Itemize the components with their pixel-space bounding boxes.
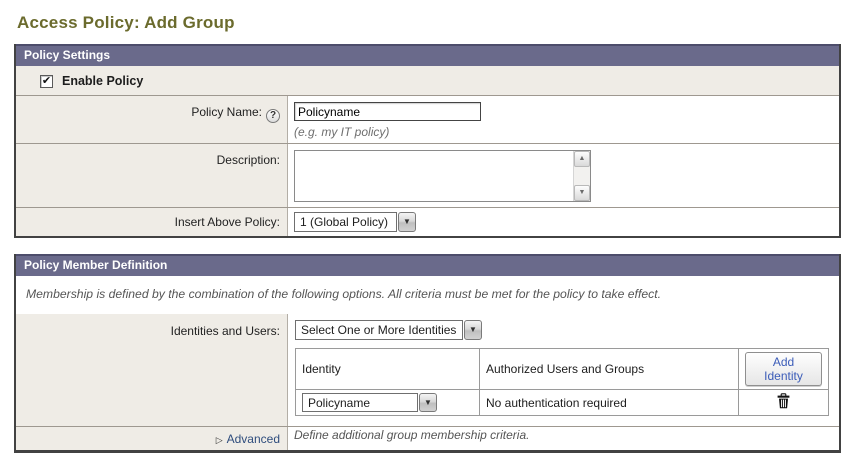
checkbox-checked-icon: ✔: [42, 75, 51, 87]
policy-name-hint: (e.g. my IT policy): [294, 125, 833, 139]
identity-row-select[interactable]: Policyname ▼: [302, 393, 437, 412]
page-title: Access Policy: Add Group: [17, 13, 854, 33]
insert-above-value-cell: 1 (Global Policy) ▼: [287, 208, 839, 236]
enable-policy-checkbox[interactable]: ✔: [40, 75, 53, 88]
authorized-users-column-header: Authorized Users and Groups: [480, 349, 739, 390]
membership-note: Membership is defined by the combination…: [16, 276, 839, 314]
advanced-label-cell: ▷ Advanced: [16, 427, 287, 450]
identities-value-cell: Select One or More Identities ▼ Identity…: [287, 314, 839, 426]
policy-settings-header: Policy Settings: [16, 44, 839, 66]
advanced-description: Define additional group membership crite…: [287, 427, 839, 450]
chevron-down-icon: ▼: [398, 212, 416, 232]
identity-select-cell: Policyname ▼: [296, 390, 480, 416]
description-label: Description:: [217, 153, 280, 167]
triangle-right-icon: ▷: [216, 435, 223, 445]
authorized-users-cell: No authentication required: [480, 390, 739, 416]
advanced-row: ▷ Advanced Define additional group member…: [16, 426, 839, 450]
policy-name-input[interactable]: [294, 102, 481, 121]
identity-row-select-value: Policyname: [302, 393, 418, 412]
trash-icon: [776, 393, 791, 409]
chevron-down-icon: ▼: [464, 320, 482, 340]
identities-label-cell: Identities and Users:: [16, 314, 287, 426]
policy-name-row: Policy Name:? (e.g. my IT policy): [16, 95, 839, 143]
policy-name-label-cell: Policy Name:?: [16, 96, 287, 143]
identities-select-value: Select One or More Identities: [295, 320, 463, 340]
description-value-cell: ▲ ▼: [287, 144, 839, 207]
textarea-scrollbar[interactable]: ▲ ▼: [573, 151, 590, 201]
enable-policy-label: Enable Policy: [62, 74, 143, 88]
footer-actions: Cancel Submit: [0, 453, 854, 464]
add-identity-button[interactable]: Add Identity: [745, 352, 822, 386]
delete-identity-cell: [739, 390, 829, 416]
advanced-label: Advanced: [227, 432, 280, 446]
description-row: Description: ▲ ▼: [16, 143, 839, 207]
chevron-down-icon: ▼: [419, 393, 437, 412]
identities-row: Identities and Users: Select One or More…: [16, 314, 839, 426]
identity-table-header-row: Identity Authorized Users and Groups Add…: [296, 349, 829, 390]
scroll-down-icon[interactable]: ▼: [574, 185, 590, 201]
help-icon[interactable]: ?: [266, 109, 280, 123]
policy-member-section: Policy Member Definition Membership is d…: [14, 254, 841, 453]
policy-name-value-cell: (e.g. my IT policy): [287, 96, 839, 143]
insert-above-select[interactable]: 1 (Global Policy) ▼: [294, 212, 416, 232]
insert-above-select-value: 1 (Global Policy): [294, 212, 397, 232]
delete-identity-button[interactable]: [776, 393, 791, 409]
policy-member-header: Policy Member Definition: [16, 254, 839, 276]
identity-table: Identity Authorized Users and Groups Add…: [295, 348, 829, 416]
identities-label: Identities and Users:: [171, 324, 280, 338]
scroll-up-icon[interactable]: ▲: [574, 151, 590, 167]
enable-policy-row: ✔ Enable Policy: [16, 66, 839, 95]
policy-name-label: Policy Name:: [191, 105, 262, 119]
identity-table-row: Policyname ▼ No authentication required: [296, 390, 829, 416]
insert-above-label-cell: Insert Above Policy:: [16, 208, 287, 236]
insert-above-label: Insert Above Policy:: [175, 215, 280, 229]
policy-settings-section: Policy Settings ✔ Enable Policy Policy N…: [14, 44, 841, 238]
identities-select[interactable]: Select One or More Identities ▼: [295, 320, 482, 340]
insert-above-row: Insert Above Policy: 1 (Global Policy) ▼: [16, 207, 839, 236]
description-label-cell: Description:: [16, 144, 287, 207]
add-identity-cell: Add Identity: [739, 349, 829, 390]
identity-column-header: Identity: [296, 349, 480, 390]
advanced-toggle[interactable]: ▷ Advanced: [216, 432, 280, 446]
description-textarea[interactable]: ▲ ▼: [294, 150, 591, 202]
